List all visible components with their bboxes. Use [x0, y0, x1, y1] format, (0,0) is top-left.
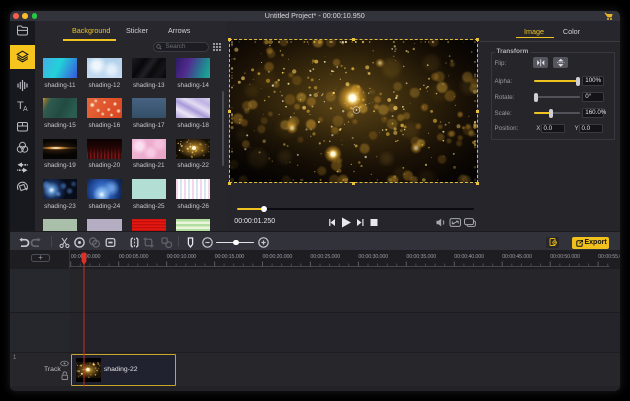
- svg-text:A: A: [23, 106, 28, 112]
